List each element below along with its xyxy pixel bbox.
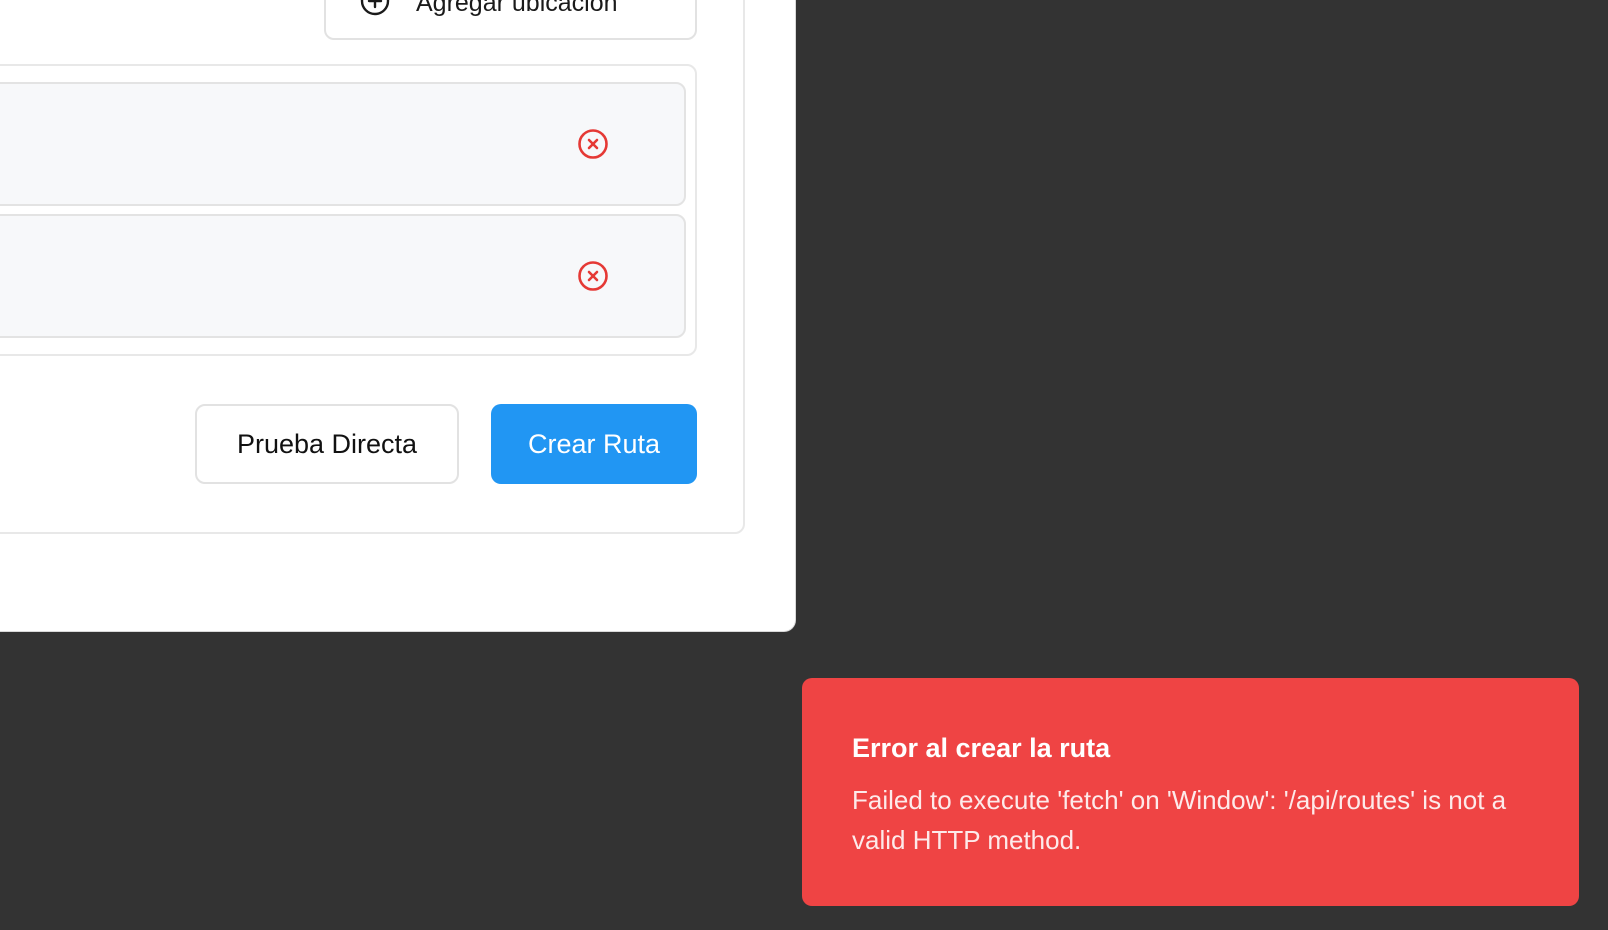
add-location-button[interactable]: Agregar ubicación bbox=[324, 0, 697, 40]
close-circle-icon[interactable] bbox=[576, 127, 610, 161]
route-modal: Agregar ubicación Prueba Directa Crear R… bbox=[0, 0, 796, 632]
error-toast: Error al crear la ruta Failed to execute… bbox=[802, 678, 1579, 906]
location-item bbox=[0, 82, 686, 206]
location-item bbox=[0, 214, 686, 338]
close-circle-icon[interactable] bbox=[576, 259, 610, 293]
create-route-button[interactable]: Crear Ruta bbox=[491, 404, 697, 484]
toast-title: Error al crear la ruta bbox=[852, 733, 1111, 763]
add-location-label: Agregar ubicación bbox=[416, 0, 618, 17]
toast-message: Failed to execute 'fetch' on 'Window': '… bbox=[852, 785, 1507, 855]
plus-circle-icon bbox=[360, 0, 390, 16]
direct-test-button[interactable]: Prueba Directa bbox=[195, 404, 459, 484]
